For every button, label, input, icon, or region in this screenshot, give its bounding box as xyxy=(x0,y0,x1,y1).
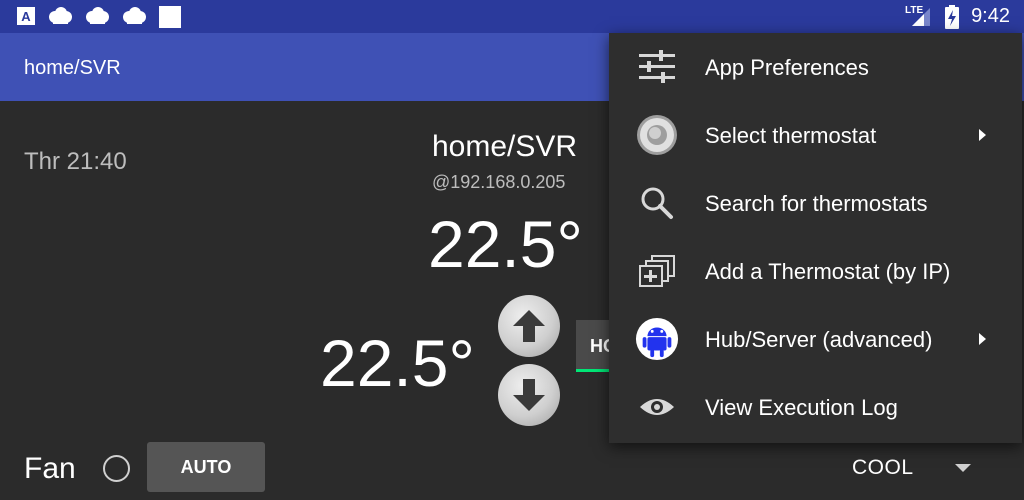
a-icon: A xyxy=(17,7,35,25)
sliders-icon xyxy=(635,47,679,87)
submenu-arrow-icon xyxy=(979,129,986,141)
menu-item-add-thermostat[interactable]: Add a Thermostat (by IP) xyxy=(609,237,1022,305)
fan-radio[interactable] xyxy=(103,455,130,482)
arrow-up-icon xyxy=(513,310,545,342)
signal-icon xyxy=(912,8,930,26)
menu-item-select-thermostat[interactable]: Select thermostat xyxy=(609,101,1022,169)
eye-icon xyxy=(635,387,679,427)
fan-label: Fan xyxy=(24,452,76,485)
thermostat-dial-icon xyxy=(635,115,679,155)
setpoint-temperature: 22.5° xyxy=(320,326,475,400)
hvac-mode-spinner[interactable]: COOL xyxy=(852,456,914,480)
magnifier-icon xyxy=(635,183,679,223)
app-title: home/SVR xyxy=(24,57,121,79)
menu-item-app-preferences[interactable]: App Preferences xyxy=(609,33,1022,101)
android-icon xyxy=(635,317,679,361)
menu-item-label: App Preferences xyxy=(705,55,869,80)
svg-text:A: A xyxy=(21,9,31,24)
clock-text: Thr 21:40 xyxy=(24,148,127,175)
add-stack-icon xyxy=(635,251,679,291)
temperature-down-button[interactable] xyxy=(498,364,560,426)
submenu-arrow-icon xyxy=(979,333,986,345)
status-time: 9:42 xyxy=(971,5,1010,27)
cloud-icon xyxy=(86,7,109,24)
menu-item-label: Hub/Server (advanced) xyxy=(705,327,933,352)
status-bar: A LTE 9:42 xyxy=(0,0,1024,33)
menu-item-label: Search for thermostats xyxy=(705,191,928,216)
menu-item-view-log[interactable]: View Execution Log xyxy=(609,373,1022,441)
thermostat-name: home/SVR xyxy=(432,130,578,163)
menu-item-label: View Execution Log xyxy=(705,395,898,420)
battery-charging-icon xyxy=(945,5,959,29)
menu-item-label: Select thermostat xyxy=(705,123,877,148)
temperature-up-button[interactable] xyxy=(498,295,560,357)
cloud-icon xyxy=(123,7,146,24)
square-icon xyxy=(159,6,181,28)
thermostat-ip: @192.168.0.205 xyxy=(432,172,566,192)
menu-item-label: Add a Thermostat (by IP) xyxy=(705,259,951,284)
dropdown-arrow-icon[interactable] xyxy=(955,464,971,472)
arrow-down-icon xyxy=(513,379,545,411)
cloud-icon xyxy=(49,7,72,24)
menu-item-hub-server[interactable]: Hub/Server (advanced) xyxy=(609,305,1022,373)
current-temperature: 22.5° xyxy=(428,207,583,281)
overflow-menu: App Preferences Select thermostat Search… xyxy=(609,33,1022,443)
fan-auto-button[interactable]: AUTO xyxy=(147,442,265,492)
menu-item-search-thermostats[interactable]: Search for thermostats xyxy=(609,169,1022,237)
